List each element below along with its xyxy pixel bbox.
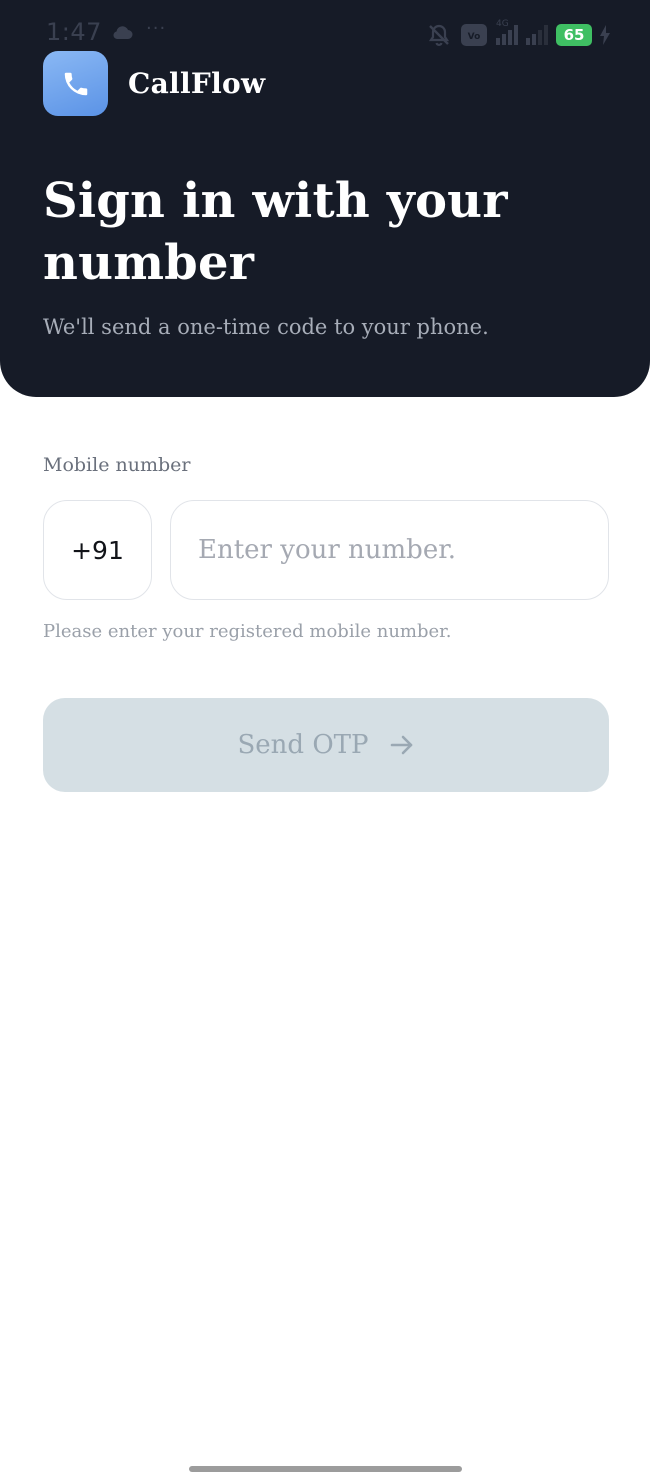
send-otp-button[interactable]: Send OTP bbox=[43, 698, 609, 792]
mobile-number-input[interactable] bbox=[170, 500, 609, 600]
arrow-right-icon bbox=[390, 735, 412, 755]
volte-icon: Vo bbox=[461, 24, 487, 46]
home-indicator[interactable] bbox=[189, 1466, 462, 1472]
mobile-number-label: Mobile number bbox=[43, 454, 191, 476]
status-icons: Vo 4G 65 bbox=[426, 19, 610, 48]
battery-indicator: 65 bbox=[556, 24, 592, 46]
charging-bolt-icon bbox=[600, 25, 610, 45]
sign-in-screen: 1:47 ··· Vo 4G 65 CallFlow Sign in with … bbox=[0, 0, 650, 1482]
brand-name: CallFlow bbox=[128, 67, 266, 100]
signal-strength-4g: 4G bbox=[496, 19, 518, 45]
network-type-label: 4G bbox=[496, 19, 509, 29]
signal-strength-icon bbox=[526, 25, 548, 45]
brand-row: CallFlow bbox=[43, 51, 265, 116]
bell-muted-icon bbox=[428, 24, 450, 46]
battery-level: 65 bbox=[563, 26, 585, 44]
phone-icon bbox=[64, 72, 87, 95]
country-code-value: +91 bbox=[71, 535, 124, 565]
header-panel: 1:47 ··· Vo 4G 65 CallFlow Sign in with … bbox=[0, 0, 650, 397]
page-title: Sign in with your number bbox=[43, 173, 508, 291]
status-more-dots: ··· bbox=[146, 18, 167, 39]
page-subtitle: We'll send a one-time code to your phone… bbox=[43, 315, 489, 339]
send-otp-label: Send OTP bbox=[237, 730, 369, 760]
helper-text: Please enter your registered mobile numb… bbox=[43, 621, 452, 642]
cloud-icon bbox=[113, 26, 133, 39]
brand-logo bbox=[43, 51, 108, 116]
status-time: 1:47 bbox=[46, 18, 102, 46]
svg-text:Vo: Vo bbox=[468, 32, 481, 42]
country-code-selector[interactable]: +91 bbox=[43, 500, 152, 600]
